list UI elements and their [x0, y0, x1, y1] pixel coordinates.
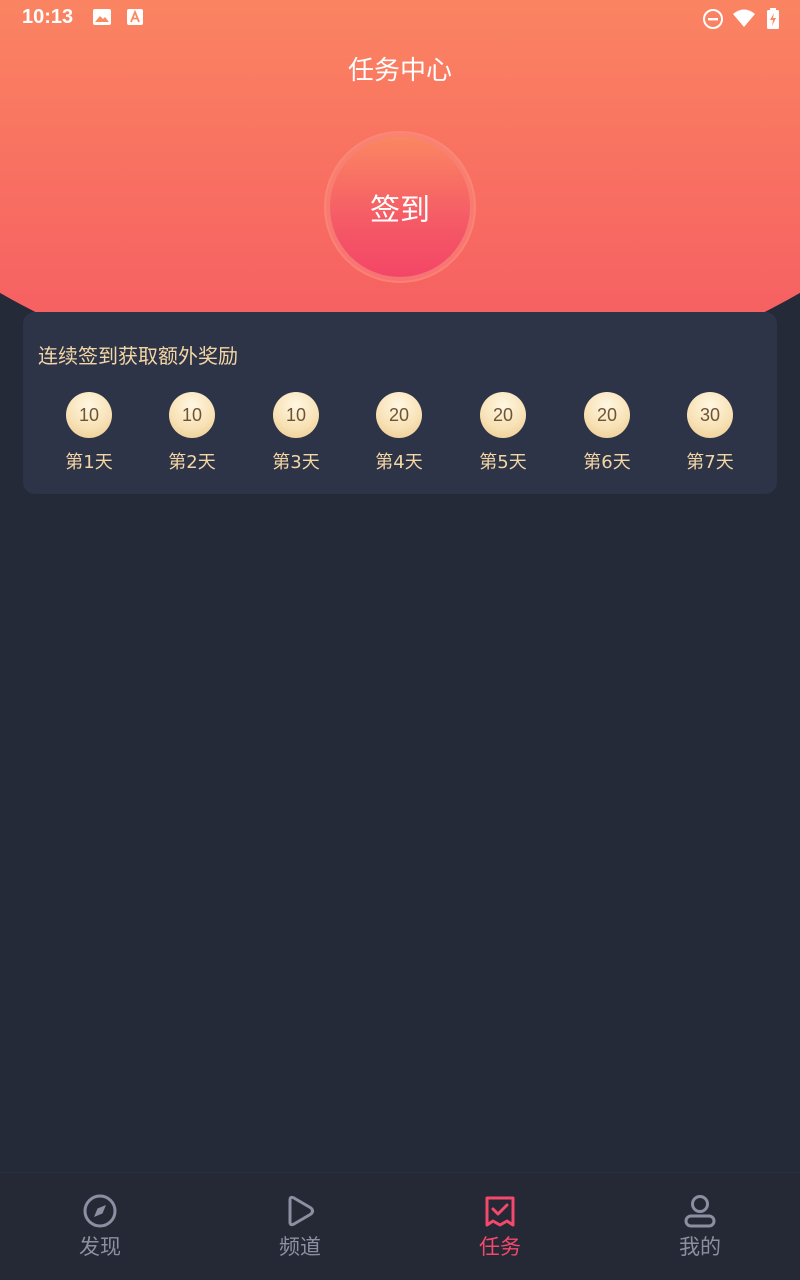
nav-item-discover[interactable]: 发现 [0, 1173, 200, 1280]
day-item-7: 30 第7天 [670, 392, 750, 474]
day-item-1: 10 第1天 [49, 392, 129, 474]
bottom-nav: 发现 频道 任务 我的 [0, 1172, 800, 1280]
day-label: 第5天 [479, 452, 527, 473]
signin-button[interactable]: 签到 [330, 137, 470, 277]
day-item-6: 20 第6天 [567, 392, 647, 474]
day-item-4: 20 第4天 [359, 392, 439, 474]
day-label: 第1天 [65, 452, 113, 473]
nav-label: 我的 [679, 1235, 721, 1259]
reward-card-title: 连续签到获取额外奖励 [38, 344, 238, 368]
coin-badge: 10 [169, 392, 215, 438]
compass-icon [82, 1193, 118, 1229]
day-label: 第3天 [272, 452, 320, 473]
coin-badge: 20 [376, 392, 422, 438]
nav-label: 任务 [479, 1235, 521, 1259]
dnd-icon [702, 8, 724, 34]
day-label: 第4天 [375, 452, 423, 473]
nav-item-mine[interactable]: 我的 [600, 1173, 800, 1280]
nav-item-task[interactable]: 任务 [400, 1173, 600, 1280]
coin-badge: 20 [584, 392, 630, 438]
nav-label: 频道 [279, 1235, 321, 1259]
status-bar: 10:13 [0, 0, 800, 36]
day-label: 第7天 [686, 452, 734, 473]
day-label: 第2天 [168, 452, 216, 473]
task-check-icon [482, 1193, 518, 1229]
day-item-5: 20 第5天 [463, 392, 543, 474]
image-icon [92, 8, 112, 30]
user-icon [682, 1193, 718, 1229]
play-icon [282, 1193, 318, 1229]
a-icon [126, 8, 144, 30]
coin-badge: 10 [66, 392, 112, 438]
streak-day-list: 10 第1天 10 第2天 10 第3天 20 第4天 20 第5天 20 第6… [23, 392, 777, 482]
streak-reward-card: 连续签到获取额外奖励 10 第1天 10 第2天 10 第3天 20 第4天 2… [23, 312, 777, 494]
nav-label: 发现 [79, 1235, 121, 1259]
day-item-2: 10 第2天 [152, 392, 232, 474]
coin-badge: 30 [687, 392, 733, 438]
status-time: 10:13 [22, 6, 74, 28]
day-item-3: 10 第3天 [256, 392, 336, 474]
coin-badge: 20 [480, 392, 526, 438]
battery-icon [766, 8, 780, 34]
coin-badge: 10 [273, 392, 319, 438]
page-title: 任务中心 [347, 56, 452, 86]
wifi-icon [732, 8, 756, 32]
day-label: 第6天 [583, 452, 631, 473]
nav-item-channel[interactable]: 频道 [200, 1173, 400, 1280]
